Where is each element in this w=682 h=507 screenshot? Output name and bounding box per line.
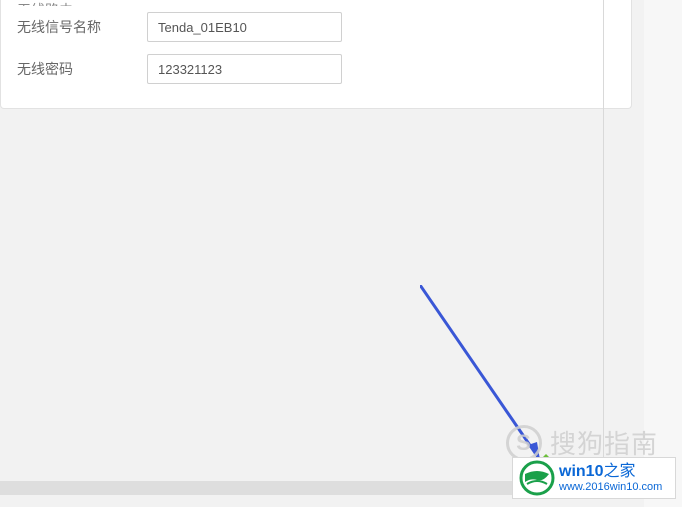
- page-content: 无线路由 无线信号名称 无线密码: [0, 0, 642, 495]
- sogou-logo-icon: S: [506, 425, 542, 461]
- ssid-row: 无线信号名称: [1, 6, 631, 48]
- win10-brand: win10之家: [559, 463, 662, 481]
- win10-url: www.2016win10.com: [559, 481, 662, 493]
- sogou-watermark: S 搜狗指南: [506, 424, 658, 461]
- password-row: 无线密码: [1, 48, 631, 90]
- win10-badge: win10之家 www.2016win10.com: [512, 457, 676, 499]
- ssid-input[interactable]: [147, 12, 342, 42]
- content-right-border: [603, 0, 604, 495]
- password-label: 无线密码: [17, 59, 147, 79]
- sogou-watermark-text: 搜狗指南: [550, 424, 658, 461]
- ssid-label: 无线信号名称: [17, 17, 147, 37]
- win10-text: win10之家 www.2016win10.com: [559, 463, 662, 493]
- wireless-settings-card: 无线路由 无线信号名称 无线密码: [0, 0, 632, 109]
- password-input[interactable]: [147, 54, 342, 84]
- win10-logo-icon: [519, 460, 555, 496]
